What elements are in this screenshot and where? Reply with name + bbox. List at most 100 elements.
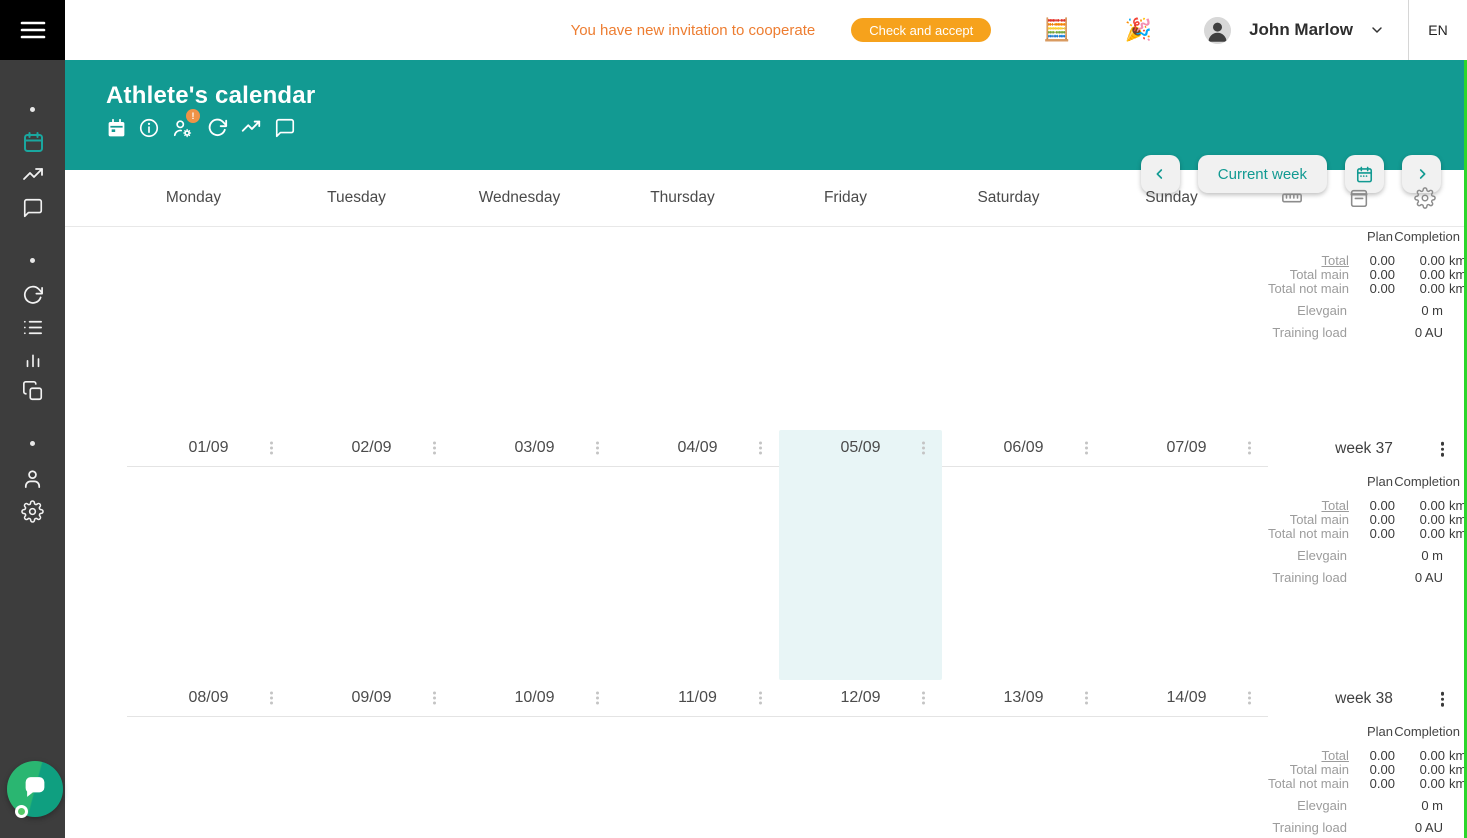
day-cell[interactable]: 14/09 bbox=[1105, 680, 1268, 838]
previous-week-button[interactable] bbox=[1141, 155, 1180, 193]
week-label-row: week 37 bbox=[1268, 430, 1460, 468]
chevron-left-icon bbox=[1152, 166, 1168, 182]
sidebar-item-progress[interactable] bbox=[21, 163, 45, 187]
trending-up-icon bbox=[21, 163, 45, 187]
stat-row-label: Total main bbox=[1268, 268, 1349, 282]
stat-plan-value: 0.00 bbox=[1349, 763, 1395, 777]
day-name-label: Friday bbox=[779, 189, 942, 207]
stat-row-label: Total main bbox=[1268, 513, 1349, 527]
calendar-view-button[interactable] bbox=[106, 117, 127, 139]
info-button[interactable] bbox=[138, 117, 160, 139]
day-cell-selected[interactable]: 05/09 bbox=[779, 430, 942, 680]
date-label: 14/09 bbox=[1166, 689, 1206, 707]
date-label: 04/09 bbox=[677, 439, 717, 457]
week-menu-button[interactable] bbox=[1439, 690, 1447, 709]
day-menu-button[interactable] bbox=[431, 440, 438, 457]
stat-row-label[interactable]: Total bbox=[1268, 499, 1349, 513]
day-menu-button[interactable] bbox=[757, 440, 764, 457]
sidebar-item-calendar[interactable] bbox=[21, 130, 45, 154]
day-menu-button[interactable] bbox=[1246, 690, 1253, 707]
week-stats: PlanCompletionTotal0.000.00kmTotal main0… bbox=[1268, 473, 1460, 585]
day-menu-button[interactable] bbox=[757, 690, 764, 707]
stat-row-label[interactable]: Total bbox=[1268, 254, 1349, 268]
page-header: Athlete's calendar ! bbox=[65, 60, 1467, 170]
check-and-accept-button[interactable]: Check and accept bbox=[851, 18, 991, 42]
training-load-label: Training load bbox=[1268, 821, 1347, 835]
day-cell[interactable]: 10/09 bbox=[453, 680, 616, 838]
sidebar-item-chat[interactable] bbox=[22, 196, 44, 220]
language-selector[interactable]: EN bbox=[1408, 0, 1467, 60]
chat-bubble-icon bbox=[20, 774, 50, 804]
sidebar-item-settings[interactable] bbox=[21, 499, 44, 523]
day-cell[interactable]: 11/09 bbox=[616, 680, 779, 838]
refresh-button[interactable] bbox=[206, 117, 228, 139]
day-cell[interactable]: 09/09 bbox=[290, 680, 453, 838]
day-menu-button[interactable] bbox=[431, 690, 438, 707]
stat-unit: km bbox=[1445, 268, 1462, 282]
day-menu-button[interactable] bbox=[594, 690, 601, 707]
elevgain-row: Elevgain0 m bbox=[1268, 549, 1460, 563]
user-menu[interactable]: John Marlow bbox=[1204, 17, 1385, 44]
sidebar-item-list[interactable] bbox=[21, 315, 44, 339]
calendar-weeks: PlanCompletionTotal0.000.00kmTotal main0… bbox=[65, 227, 1467, 838]
party-popper-icon[interactable]: 🎉 bbox=[1125, 19, 1152, 41]
date-row: 07/09 bbox=[1105, 430, 1268, 467]
training-load-value: 0 AU bbox=[1393, 326, 1443, 340]
day-menu-button[interactable] bbox=[920, 690, 927, 707]
comments-button[interactable] bbox=[274, 117, 296, 139]
day-menu-button[interactable] bbox=[594, 440, 601, 457]
day-cell[interactable]: 01/09 bbox=[127, 430, 290, 680]
day-menu-button[interactable] bbox=[1083, 440, 1090, 457]
training-load-row: Training load0 AU bbox=[1268, 326, 1460, 340]
day-name-label: Thursday bbox=[616, 189, 779, 207]
week-label: week 38 bbox=[1335, 690, 1393, 708]
totals-table: Total0.000.00kmTotal main0.000.00kmTotal… bbox=[1268, 499, 1460, 541]
stat-completion-value: 0.00 bbox=[1395, 527, 1445, 541]
sidebar-item-sync[interactable] bbox=[21, 283, 44, 307]
user-icon bbox=[21, 467, 44, 490]
date-row: 12/09 bbox=[779, 680, 942, 717]
plan-column-header: Plan bbox=[1347, 723, 1393, 741]
chat-widget-button[interactable] bbox=[7, 761, 63, 817]
section-dot bbox=[30, 258, 35, 263]
day-menu-button[interactable] bbox=[1083, 690, 1090, 707]
ruler-button[interactable] bbox=[1280, 187, 1304, 209]
stat-row-label[interactable]: Total bbox=[1268, 749, 1349, 763]
sidebar-item-templates[interactable] bbox=[22, 379, 44, 403]
week-row: PlanCompletionTotal0.000.00kmTotal main0… bbox=[65, 227, 1467, 430]
completion-column-header: Completion bbox=[1393, 473, 1460, 491]
day-menu-button[interactable] bbox=[920, 440, 927, 457]
calendar-settings-button[interactable] bbox=[1414, 187, 1436, 209]
trend-button[interactable] bbox=[239, 117, 263, 139]
stat-completion-value: 0.00 bbox=[1395, 254, 1445, 268]
stat-plan-value: 0.00 bbox=[1349, 282, 1395, 296]
day-cell[interactable]: 04/09 bbox=[616, 430, 779, 680]
week-menu-button[interactable] bbox=[1439, 440, 1447, 459]
sidebar-item-statistics[interactable] bbox=[22, 347, 44, 371]
day-menu-button[interactable] bbox=[1246, 440, 1253, 457]
week-summary-button[interactable] bbox=[1348, 187, 1370, 209]
date-label: 03/09 bbox=[514, 439, 554, 457]
day-cell[interactable]: 07/09 bbox=[1105, 430, 1268, 680]
cooperation-requests-button[interactable]: ! bbox=[171, 117, 195, 139]
day-cell[interactable]: 03/09 bbox=[453, 430, 616, 680]
day-menu-button[interactable] bbox=[268, 440, 275, 457]
calculator-icon[interactable]: 🧮 bbox=[1043, 19, 1070, 41]
day-cell[interactable]: 02/09 bbox=[290, 430, 453, 680]
day-cell[interactable]: 08/09 bbox=[127, 680, 290, 838]
day-cell[interactable]: 13/09 bbox=[942, 680, 1105, 838]
menu-button[interactable] bbox=[0, 0, 65, 60]
day-cell[interactable]: 12/09 bbox=[779, 680, 942, 838]
stat-row-label: Total not main bbox=[1268, 527, 1349, 541]
stat-completion-value: 0.00 bbox=[1395, 513, 1445, 527]
elevgain-row: Elevgain0 m bbox=[1268, 304, 1460, 318]
sidebar-item-profile[interactable] bbox=[21, 466, 44, 490]
day-cell[interactable]: 06/09 bbox=[942, 430, 1105, 680]
hamburger-icon bbox=[20, 20, 46, 40]
page-title: Athlete's calendar bbox=[106, 82, 315, 110]
stat-row-label: Total not main bbox=[1268, 282, 1349, 296]
chevron-right-icon bbox=[1414, 166, 1430, 182]
stat-plan-value: 0.00 bbox=[1349, 499, 1395, 513]
stat-plan-value: 0.00 bbox=[1349, 749, 1395, 763]
day-menu-button[interactable] bbox=[268, 690, 275, 707]
